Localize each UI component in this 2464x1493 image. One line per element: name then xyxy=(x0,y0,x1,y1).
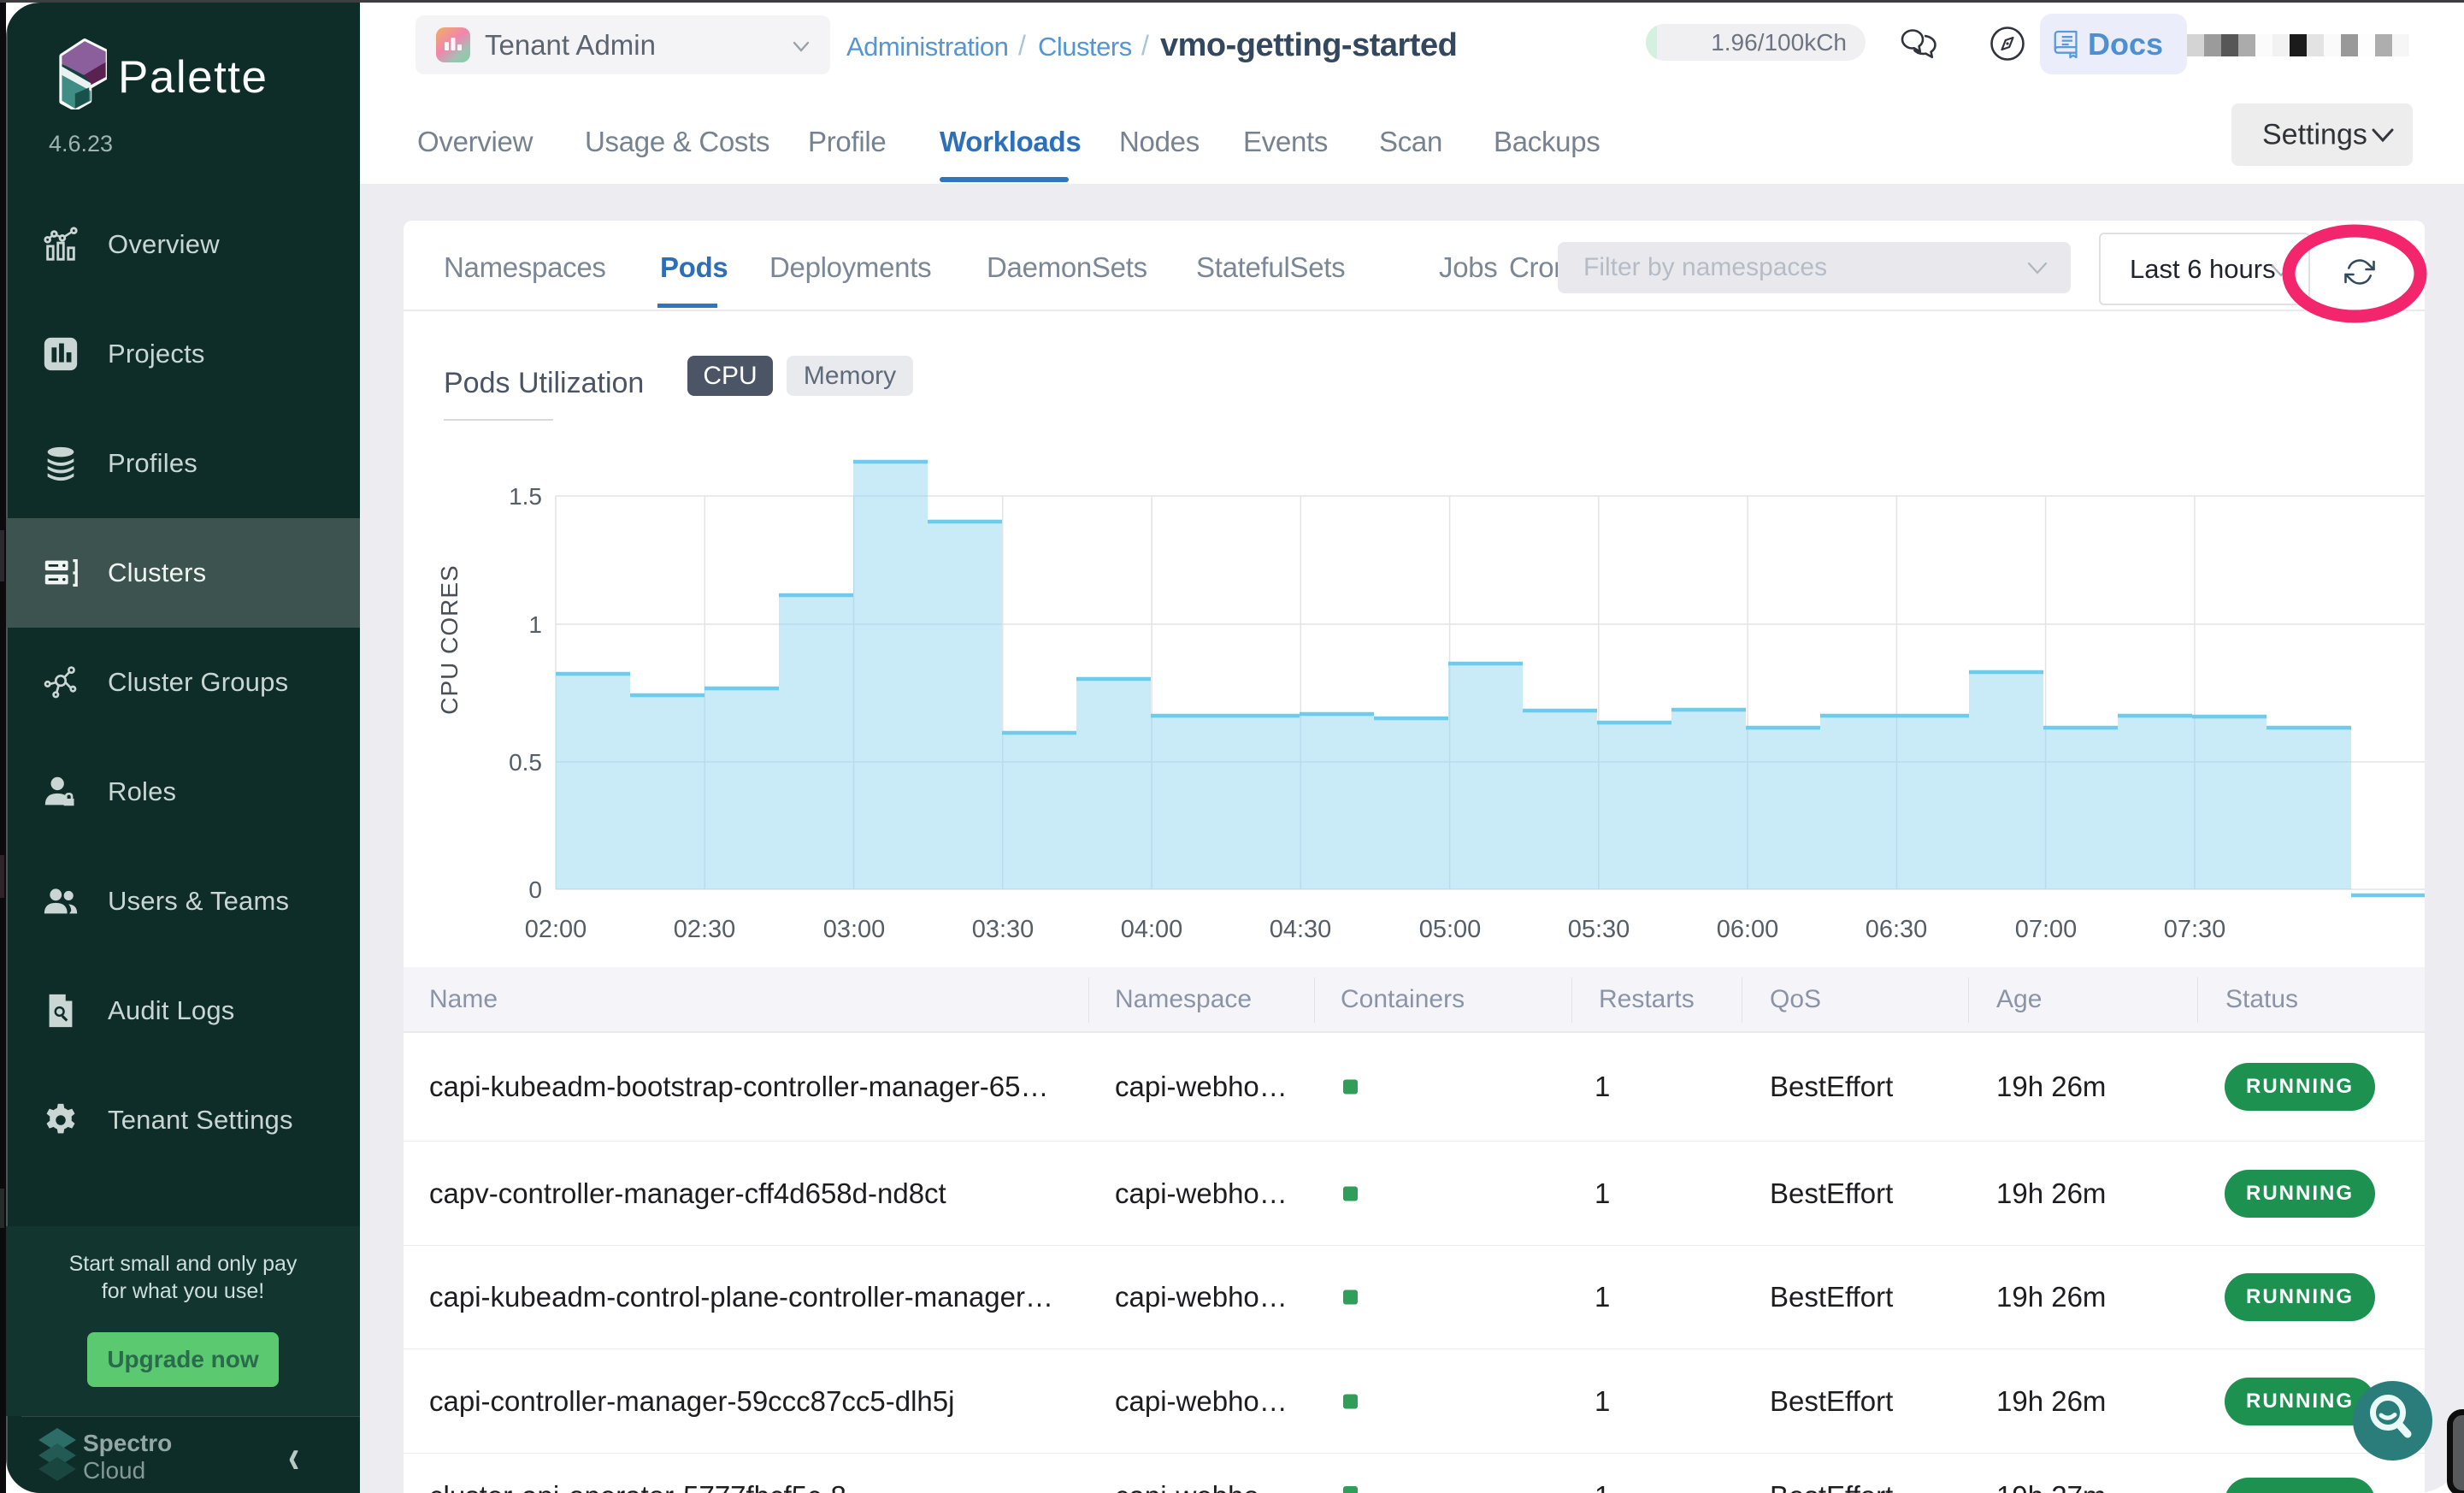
svg-text:03:30: 03:30 xyxy=(972,916,1035,943)
svg-text:0.5: 0.5 xyxy=(509,749,542,776)
svg-text:1.5: 1.5 xyxy=(509,483,542,510)
svg-text:05:00: 05:00 xyxy=(1419,916,1482,943)
svg-text:06:30: 06:30 xyxy=(1866,916,1928,943)
svg-text:02:00: 02:00 xyxy=(525,916,587,943)
svg-text:1: 1 xyxy=(528,611,542,638)
svg-text:06:00: 06:00 xyxy=(1717,916,1779,943)
svg-text:04:30: 04:30 xyxy=(1270,916,1332,943)
svg-text:02:30: 02:30 xyxy=(674,916,736,943)
svg-text:07:00: 07:00 xyxy=(2015,916,2078,943)
svg-text:07:30: 07:30 xyxy=(2164,916,2226,943)
svg-text:CPU CORES: CPU CORES xyxy=(436,564,463,714)
svg-text:0: 0 xyxy=(528,876,542,903)
svg-text:03:00: 03:00 xyxy=(823,916,886,943)
svg-text:05:30: 05:30 xyxy=(1568,916,1630,943)
svg-text:04:00: 04:00 xyxy=(1121,916,1183,943)
